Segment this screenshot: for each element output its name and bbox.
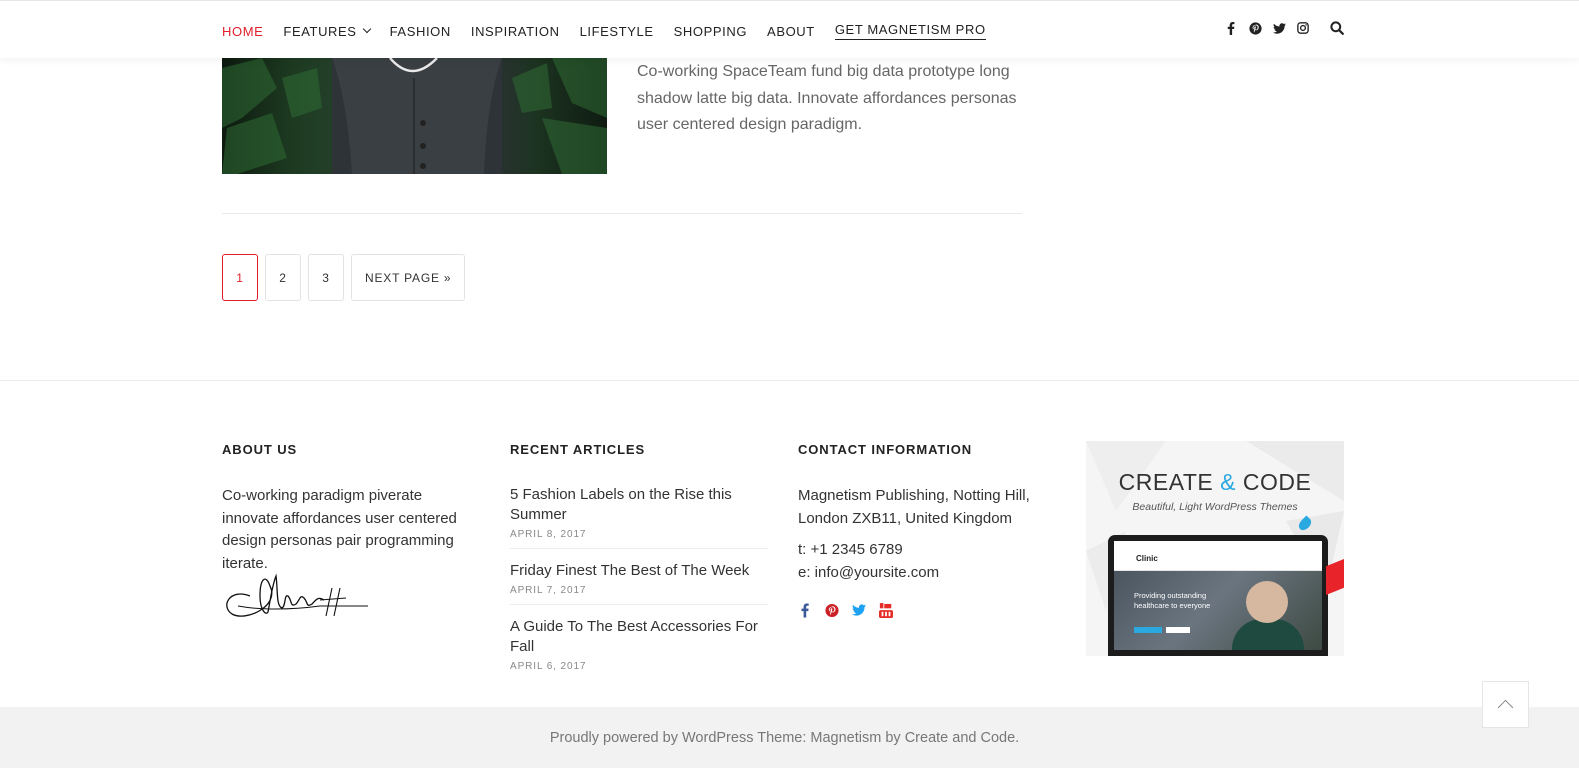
screen-person-face — [1246, 581, 1288, 623]
next-page-button[interactable]: NEXT PAGE » — [351, 254, 466, 301]
laptop-screen: Clinic Providing outstanding healthcare … — [1114, 541, 1322, 650]
nav-item-shopping[interactable]: SHOPPING — [674, 22, 747, 40]
ad-title: CREATE & CODE — [1086, 469, 1344, 496]
instagram-icon[interactable] — [1296, 21, 1310, 35]
screen-button-secondary — [1166, 627, 1190, 633]
contact-email[interactable]: e: info@yoursite.com — [798, 562, 1058, 585]
twitter-icon[interactable] — [852, 603, 866, 617]
nav-item-fashion[interactable]: FASHION — [390, 22, 451, 40]
nav-label: HOME — [222, 23, 264, 39]
contact-phone: t: +1 2345 6789 — [798, 541, 903, 558]
list-item: Friday Finest The Best of The Week APRIL… — [510, 561, 768, 605]
footer-credit-bar: Proudly powered by WordPress Theme: Magn… — [0, 707, 1579, 768]
about-us-title: ABOUT US — [222, 442, 298, 457]
header-social-links — [1224, 21, 1310, 35]
footer-social-links — [798, 602, 893, 618]
credit-text: Proudly powered by WordPress Theme: — [549, 729, 811, 746]
nav-item-about[interactable]: ABOUT — [767, 22, 815, 40]
nav-item-get-pro[interactable]: GET MAGNETISM PRO — [834, 22, 986, 40]
youtube-icon[interactable] — [879, 602, 893, 618]
facebook-icon[interactable] — [1224, 21, 1238, 35]
theme-link[interactable]: Magnetism — [810, 730, 881, 746]
nav-item-lifestyle[interactable]: LIFESTYLE — [580, 22, 654, 40]
signature-image — [220, 566, 370, 622]
contact-information-title: CONTACT INFORMATION — [798, 442, 973, 457]
ad-title-amp: & — [1220, 469, 1236, 495]
article-link[interactable]: 5 Fashion Labels on the Rise this Summer — [510, 485, 768, 525]
back-to-top-button[interactable] — [1482, 681, 1529, 728]
nav-label: GET MAGNETISM PRO — [834, 22, 986, 37]
footer-credit: Proudly powered by WordPress Theme: Magn… — [550, 730, 1019, 746]
ad-title-left: CREATE — [1118, 469, 1221, 495]
ad-subtitle: Beautiful, Light WordPress Themes — [1132, 501, 1298, 513]
nav-item-inspiration[interactable]: INSPIRATION — [471, 22, 560, 40]
post-divider — [222, 213, 1022, 214]
nav-label: FASHION — [389, 23, 451, 39]
screen-hero: Providing outstanding healthcare to ever… — [1114, 571, 1322, 650]
contact-address: Magnetism Publishing, Notting Hill, Lond… — [798, 487, 1030, 527]
article-date: APRIL 7, 2017 — [510, 585, 587, 596]
article-date: APRIL 6, 2017 — [510, 661, 587, 672]
author-link[interactable]: Create and Code — [905, 730, 1015, 746]
laptop-mockup: Clinic Providing outstanding healthcare … — [1108, 535, 1328, 656]
ad-title-right: CODE — [1235, 469, 1312, 495]
search-icon[interactable] — [1330, 21, 1346, 37]
screen-brand: Clinic — [1136, 554, 1158, 563]
nav-label: SHOPPING — [673, 23, 748, 39]
nav-label: INSPIRATION — [470, 23, 560, 39]
top-navigation: HOME FEATURES FASHION INSPIRATION LIFEST… — [0, 0, 1579, 58]
recent-articles-title: RECENT ARTICLES — [510, 442, 646, 457]
page-3-button[interactable]: 3 — [308, 254, 344, 301]
screen-person-body — [1232, 619, 1304, 650]
screen-button — [1134, 627, 1162, 633]
chevron-down-icon — [362, 24, 371, 34]
footer-divider — [0, 380, 1579, 381]
nav-label: FEATURES — [283, 23, 357, 39]
post-excerpt: Co-working SpaceTeam fund big data proto… — [637, 63, 1017, 133]
pinterest-icon[interactable] — [1248, 21, 1262, 35]
screen-headline: Providing outstanding healthcare to ever… — [1134, 591, 1211, 610]
page-2-button[interactable]: 2 — [265, 254, 301, 301]
credit-end: . — [1015, 729, 1020, 746]
credit-mid: by — [881, 729, 905, 746]
nav-item-features[interactable]: FEATURES — [283, 22, 371, 40]
list-item: A Guide To The Best Accessories For Fall… — [510, 617, 768, 680]
nav-label: LIFESTYLE — [579, 23, 654, 39]
screen-nav: Clinic — [1114, 541, 1322, 571]
about-us-text: Co-working paradigm piverate innovate af… — [222, 487, 457, 572]
create-and-code-ad-banner[interactable]: CREATE & CODE Beautiful, Light WordPress… — [1086, 441, 1344, 656]
post-featured-image[interactable] — [222, 58, 607, 174]
article-link[interactable]: Friday Finest The Best of The Week — [510, 561, 768, 581]
article-date: APRIL 8, 2017 — [510, 529, 587, 540]
pagination: 1 2 3 NEXT PAGE » — [222, 254, 466, 301]
page-1-button[interactable]: 1 — [222, 254, 258, 301]
twitter-icon[interactable] — [1272, 21, 1286, 35]
article-link[interactable]: A Guide To The Best Accessories For Fall — [510, 617, 768, 657]
list-item: 5 Fashion Labels on the Rise this Summer… — [510, 485, 768, 549]
nav-item-home[interactable]: HOME — [222, 22, 263, 40]
recent-articles-list: 5 Fashion Labels on the Rise this Summer… — [510, 485, 768, 692]
pinterest-icon[interactable] — [825, 603, 839, 617]
facebook-icon[interactable] — [798, 603, 812, 617]
main-menu: HOME FEATURES FASHION INSPIRATION LIFEST… — [222, 22, 986, 40]
chevron-up-icon — [1497, 699, 1514, 715]
contact-info: Magnetism Publishing, Notting Hill, Lond… — [798, 485, 1058, 584]
nav-label: ABOUT — [767, 23, 815, 39]
